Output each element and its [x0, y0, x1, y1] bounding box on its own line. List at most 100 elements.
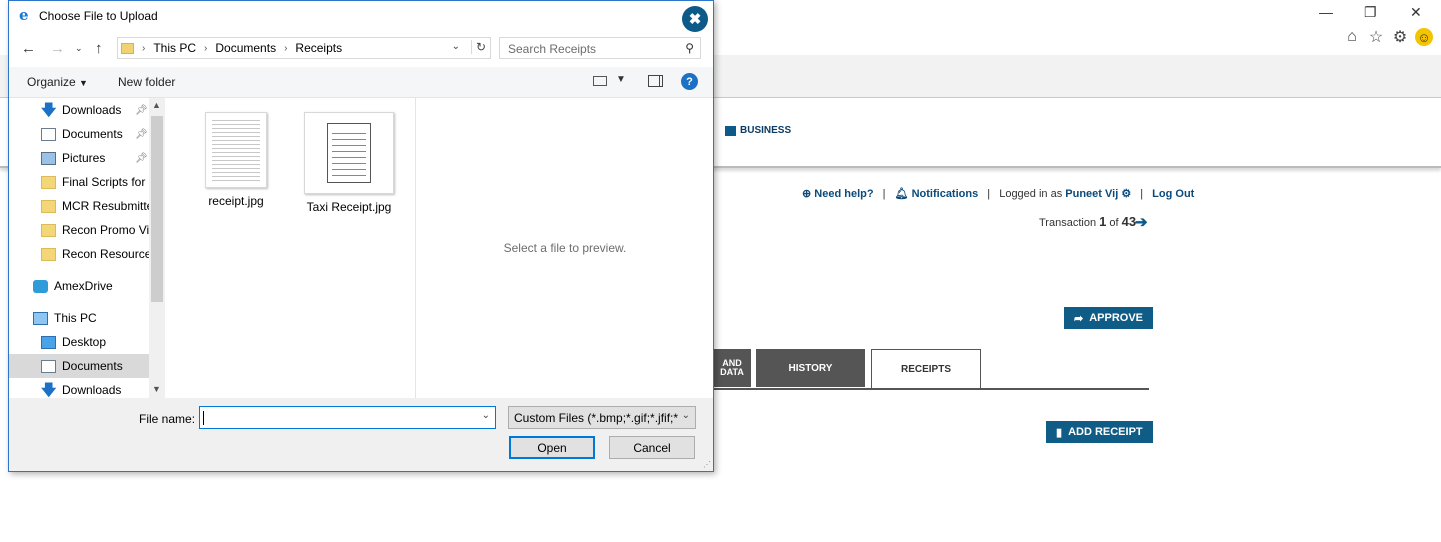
nav-item-downloads[interactable]: 🡇 Downloads: [9, 378, 165, 398]
back-arrow-icon[interactable]: ←: [21, 40, 36, 57]
nav-item-label: Recon Promo Vi: [62, 223, 150, 237]
feedback-smiley-icon[interactable]: ☺: [1415, 28, 1433, 46]
file-item-taxi-receipt[interactable]: Taxi Receipt.jpg: [294, 112, 404, 214]
chevron-down-icon[interactable]: ⌄: [482, 410, 490, 421]
tab-data[interactable]: AND DATA: [713, 349, 751, 387]
nav-item-label: MCR Resubmitte: [62, 199, 154, 213]
separator: |: [1140, 188, 1144, 200]
restore-button[interactable]: ❐: [1364, 4, 1377, 21]
pin-icon[interactable]: 📌︎: [135, 153, 148, 164]
nav-item-recon-promo[interactable]: Recon Promo Vi: [9, 218, 165, 242]
close-icon: ✖: [688, 11, 702, 28]
cancel-button[interactable]: Cancel: [609, 436, 695, 459]
address-dropdown-icon[interactable]: ⌄: [452, 41, 460, 52]
add-receipt-button[interactable]: ▮ ADD RECEIPT: [1046, 421, 1153, 443]
nav-item-label: Recon Resource: [62, 247, 152, 261]
home-icon[interactable]: ⌂: [1343, 28, 1361, 46]
favorites-star-icon[interactable]: ☆: [1367, 28, 1385, 46]
dialog-title: Choose File to Upload: [39, 9, 158, 23]
organize-button[interactable]: Organize ▼: [27, 75, 88, 89]
folder-icon: [41, 247, 56, 261]
browser-toolbar-icons: ⌂ ☆ ⚙ ☺: [1343, 28, 1433, 46]
tab-receipts-label: RECEIPTS: [900, 364, 951, 375]
nav-item-this-pc[interactable]: This PC: [9, 306, 165, 330]
navigation-pane: 🡇 Downloads 📌︎ Documents 📌︎ Pictures 📌︎ …: [9, 98, 165, 398]
settings-gear-icon[interactable]: ⚙: [1391, 28, 1409, 46]
desktop-icon: [41, 335, 56, 349]
scroll-down-icon[interactable]: ▼: [152, 384, 161, 394]
pin-icon[interactable]: 📌︎: [135, 105, 148, 116]
user-name[interactable]: Puneet Vij: [1065, 188, 1118, 200]
tab-receipts[interactable]: RECEIPTS: [871, 349, 981, 389]
recent-dropdown-icon[interactable]: ⌄: [75, 43, 83, 54]
logout-link[interactable]: Log Out: [1152, 188, 1194, 200]
address-bar[interactable]: › This PC › Documents › Receipts ⌄ ↻: [117, 37, 491, 59]
bell-icon: 🔔︎: [894, 188, 909, 200]
need-help-link[interactable]: ⊕ Need help?: [802, 188, 877, 200]
file-list: receipt.jpg Taxi Receipt.jpg: [165, 98, 415, 398]
business-nav[interactable]: BUSINESS: [725, 125, 791, 136]
business-chart-icon: [725, 125, 736, 136]
pin-icon[interactable]: 📌︎: [135, 129, 148, 140]
file-type-select[interactable]: Custom Files (*.bmp;*.gif;*.jfif;* ⌄: [508, 406, 696, 429]
nav-item-final-scripts[interactable]: Final Scripts for S: [9, 170, 165, 194]
receipt-lines: [212, 117, 260, 183]
nav-item-label: Documents: [62, 127, 123, 141]
notifications-link[interactable]: 🔔︎ Notifications: [895, 188, 982, 200]
nav-item-desktop[interactable]: Desktop: [9, 330, 165, 354]
change-view-icon[interactable]: [593, 76, 607, 86]
breadcrumb-this-pc[interactable]: This PC: [153, 41, 196, 55]
documents-icon: [41, 127, 56, 141]
chevron-right-icon: ›: [142, 42, 146, 54]
resize-grip-icon[interactable]: ⋰: [703, 460, 711, 469]
new-folder-button[interactable]: New folder: [118, 75, 175, 89]
nav-item-label: Downloads: [62, 383, 122, 397]
minimize-button[interactable]: —: [1319, 4, 1333, 20]
dialog-close-button[interactable]: ✖: [682, 6, 708, 32]
folder-icon: [41, 223, 56, 237]
chevron-down-icon: ⌄: [681, 410, 690, 421]
breadcrumb-documents[interactable]: Documents: [215, 41, 276, 55]
file-type-value: Custom Files (*.bmp;*.gif;*.jfif;*: [514, 411, 679, 425]
navigation-scrollbar[interactable]: ▲ ▼: [149, 98, 165, 398]
nav-item-downloads-quick[interactable]: 🡇 Downloads 📌︎: [9, 98, 165, 122]
nav-item-recon-resource[interactable]: Recon Resource: [9, 242, 165, 266]
breadcrumb-receipts[interactable]: Receipts: [295, 41, 342, 55]
nav-item-documents-quick[interactable]: Documents 📌︎: [9, 122, 165, 146]
nav-item-amexdrive[interactable]: AmexDrive: [9, 274, 165, 298]
cloud-drive-icon: [33, 279, 48, 293]
file-item-receipt[interactable]: receipt.jpg: [181, 112, 291, 208]
nav-item-pictures[interactable]: Pictures 📌︎: [9, 146, 165, 170]
transaction-total: 43: [1121, 214, 1137, 229]
nav-item-label: Desktop: [62, 335, 107, 349]
refresh-icon[interactable]: ↻: [470, 40, 486, 54]
tab-history[interactable]: HISTORY: [756, 349, 865, 387]
logged-in-label: Logged in as: [999, 188, 1063, 200]
user-settings-icon[interactable]: ⚙: [1121, 188, 1131, 200]
documents-icon: [41, 359, 56, 373]
scroll-up-icon[interactable]: ▲: [152, 100, 161, 110]
browser-close-button[interactable]: ✕: [1410, 4, 1422, 21]
folder-icon: [121, 42, 134, 54]
file-name-label: receipt.jpg: [208, 194, 264, 208]
open-button[interactable]: Open: [509, 436, 595, 459]
help-icon[interactable]: ?: [681, 73, 698, 90]
chevron-right-icon: ›: [204, 42, 208, 54]
forward-arrow-icon[interactable]: →: [50, 40, 65, 57]
next-transaction-arrow-icon[interactable]: ➔: [1135, 213, 1148, 231]
file-name-input[interactable]: ⌄: [199, 406, 496, 429]
up-arrow-icon[interactable]: ↑: [95, 40, 103, 57]
view-dropdown-icon[interactable]: ▼: [616, 74, 626, 85]
file-name-label: File name:: [139, 412, 196, 426]
nav-item-mcr-resubmitted[interactable]: MCR Resubmitte: [9, 194, 165, 218]
preview-pane-icon[interactable]: [648, 75, 663, 87]
nav-item-documents[interactable]: Documents: [9, 354, 165, 378]
tab-history-label: HISTORY: [788, 362, 833, 374]
search-input[interactable]: Search Receipts ⚲: [499, 37, 701, 59]
dialog-titlebar[interactable]: e Choose File to Upload ✖: [9, 1, 713, 32]
scrollbar-thumb[interactable]: [151, 116, 163, 302]
approve-button[interactable]: ➦ APPROVE: [1064, 307, 1154, 329]
internet-explorer-icon: e: [19, 6, 29, 24]
document-icon: ▮: [1056, 426, 1063, 439]
chevron-right-icon: ›: [284, 42, 288, 54]
